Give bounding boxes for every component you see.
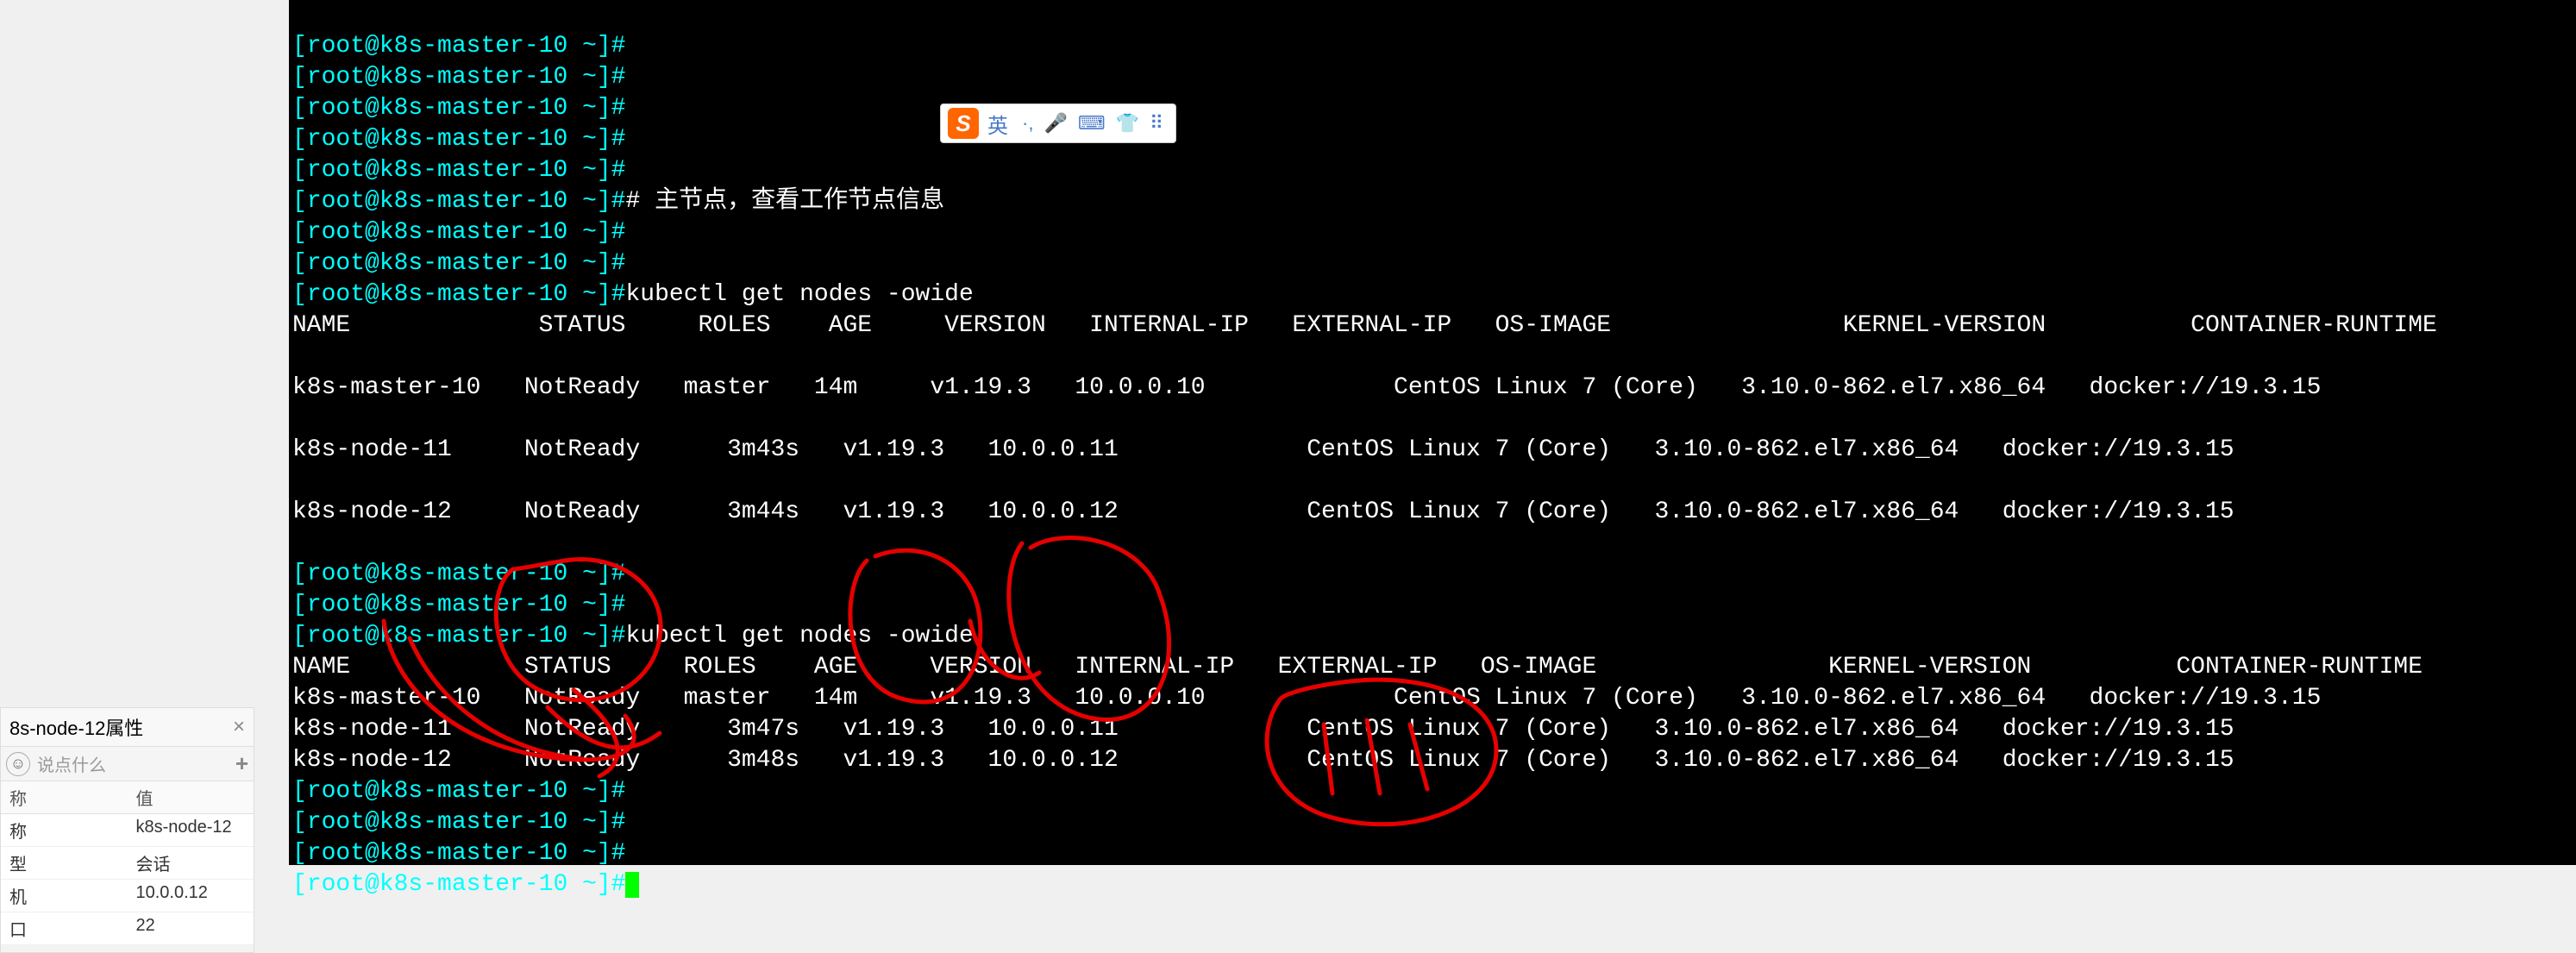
connection-properties-panel: 8s-node-12属性 × ☺ 说点什么 + 称 值 称 k8s-node-1… (0, 707, 254, 953)
col-value: 值 (128, 781, 254, 813)
col-name: 称 (1, 781, 128, 813)
comment-input[interactable]: 说点什么 (37, 751, 235, 776)
prop-value: 10.0.0.12 (128, 880, 254, 912)
sogou-logo-icon[interactable]: S (948, 108, 979, 139)
panel-header: 8s-node-12属性 × (1, 708, 254, 747)
close-icon[interactable]: × (233, 715, 245, 739)
shirt-icon[interactable]: 👕 (1116, 112, 1139, 135)
properties-table: 称 值 称 k8s-node-12 型 会话 机 10.0.0.12 口 22 (1, 781, 254, 945)
table-row: 型 会话 (1, 847, 254, 880)
prop-value: 会话 (128, 847, 254, 879)
keyboard-icon[interactable]: ⌨ (1078, 112, 1106, 135)
add-button[interactable]: + (235, 750, 248, 777)
panel-title: 8s-node-12属性 (9, 713, 143, 741)
comment-input-row: ☺ 说点什么 + (1, 747, 254, 781)
prop-value: k8s-node-12 (128, 814, 254, 846)
prop-key: 型 (1, 847, 128, 879)
ime-toolbar[interactable]: S 英 ·, 🎤 ⌨ 👕 ⠿ (940, 103, 1176, 143)
prop-key: 称 (1, 814, 128, 846)
ime-punct-icon[interactable]: ·, (1022, 112, 1033, 135)
prop-key: 机 (1, 880, 128, 912)
table-header-row: 称 值 (1, 781, 254, 814)
prop-value: 22 (128, 912, 254, 944)
mic-icon[interactable]: 🎤 (1044, 112, 1067, 135)
grid-icon[interactable]: ⠿ (1150, 112, 1163, 135)
table-row: 口 22 (1, 912, 254, 945)
terminal-window[interactable]: [root@k8s-master-10 ~]# [root@k8s-master… (289, 0, 2576, 865)
prop-key: 口 (1, 912, 128, 944)
terminal-content: [root@k8s-master-10 ~]# [root@k8s-master… (292, 31, 2573, 900)
smiley-icon[interactable]: ☺ (6, 752, 30, 776)
panel-footer (1, 945, 254, 952)
ime-language-toggle[interactable]: 英 (987, 109, 1008, 139)
table-row: 机 10.0.0.12 (1, 880, 254, 912)
table-row: 称 k8s-node-12 (1, 814, 254, 847)
